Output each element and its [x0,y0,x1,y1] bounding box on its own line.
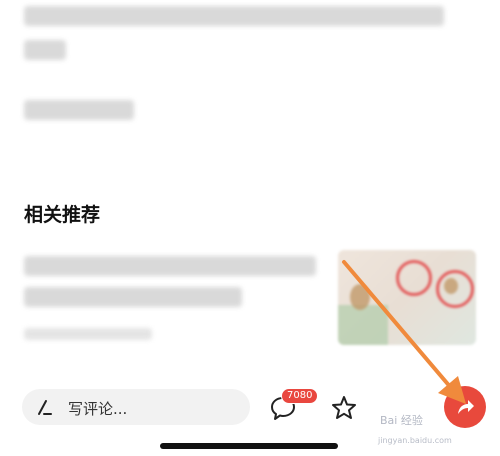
annotation-arrow [342,260,466,404]
pen-icon [38,400,52,415]
related-recommendations-title: 相关推荐 [24,204,101,226]
related-article-thumbnail [338,250,476,345]
share-icon [458,400,474,414]
article-text-line-1 [24,6,444,26]
comment-placeholder: 写评论... [68,400,128,418]
article-text-line-2 [24,40,66,60]
related-article-meta [24,328,152,340]
related-article-title-line-1 [24,256,316,276]
share-button[interactable] [444,386,486,428]
watermark-logo: Bai 经验 [380,414,423,427]
article-author-line [24,100,134,120]
home-indicator[interactable] [160,443,338,449]
watermark-url: jingyan.baidu.com [378,436,452,445]
related-article-title-line-2 [24,287,242,307]
comment-count-badge: 7080 [281,388,319,404]
star-icon[interactable] [330,394,358,422]
comment-input[interactable]: 写评论... [22,389,250,425]
